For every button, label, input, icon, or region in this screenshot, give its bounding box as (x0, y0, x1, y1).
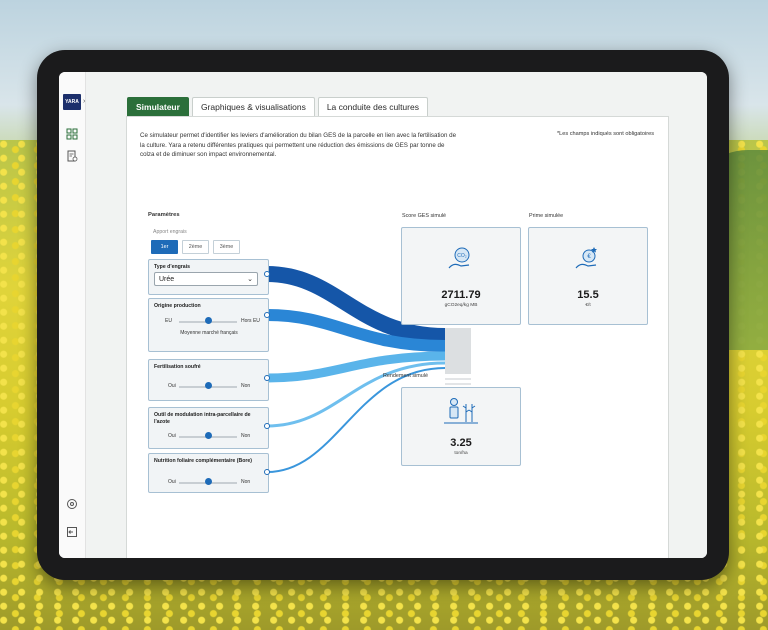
fertilizer-type-label: Type d'engrais (154, 264, 191, 270)
prime-unit: €/t (585, 303, 591, 308)
sankey-node (445, 328, 471, 374)
prime-label: Prime simulée (529, 213, 564, 219)
origin-slider[interactable]: EU Hors EU (149, 317, 268, 327)
fertilizer-type-value: Urée (159, 276, 175, 283)
sulfur-right-label: Non (241, 383, 251, 389)
rendement-label: Rendement simulé (383, 373, 428, 379)
foliar-box: Nutrition foliaire complémentaire (Bore)… (148, 453, 269, 493)
flow-connector-dot (264, 469, 270, 475)
apport-selector: 1er 2ème 3ème (151, 240, 240, 254)
score-label: Score GES simulé (402, 213, 447, 219)
logout-icon[interactable] (66, 526, 78, 538)
modulation-label: Outil de modulation intra-parcellaire de… (154, 412, 251, 425)
modulation-right-label: Non (241, 433, 251, 439)
apport-3eme-button[interactable]: 3ème (213, 240, 240, 254)
simulator-panel: Ce simulateur permet d'identifier les le… (126, 116, 669, 558)
origin-slider-thumb[interactable] (205, 317, 212, 324)
app-screen: YARA › Simulateur Graphiques & visualisa… (59, 72, 707, 558)
flow-connector-dot (264, 271, 270, 277)
foliar-right-label: Non (241, 479, 251, 485)
sulfur-left-label: Oui (168, 383, 176, 389)
params-title: Paramètres (148, 212, 180, 218)
score-value: 2711.79 (441, 289, 481, 301)
dashboard-icon[interactable] (66, 128, 78, 140)
tab-simulateur[interactable]: Simulateur (127, 97, 189, 116)
foliar-slider[interactable]: Oui Non (149, 478, 268, 488)
modulation-slider[interactable]: Oui Non (149, 432, 268, 442)
sulfur-label: Fertilisation soufré (154, 364, 201, 370)
sidebar: YARA › (59, 72, 86, 558)
apport-1er-button[interactable]: 1er (151, 240, 178, 254)
origin-right-label: Hors EU (241, 318, 260, 324)
euro-hand-icon: € (575, 247, 597, 269)
modulation-left-label: Oui (168, 433, 176, 439)
rendement-card: 3.25 ton/ha (401, 387, 521, 466)
tab-graphiques[interactable]: Graphiques & visualisations (191, 97, 315, 116)
main-tabs: Simulateur Graphiques & visualisations L… (127, 97, 428, 117)
sidebar-expand-icon[interactable]: › (83, 98, 85, 105)
sulfur-slider[interactable]: Oui Non (149, 382, 268, 392)
foliar-left-label: Oui (168, 479, 176, 485)
apport-label: Apport engrais (153, 229, 187, 235)
sync-settings-icon[interactable] (66, 498, 78, 510)
flow-connector-dot (264, 375, 270, 381)
foliar-slider-thumb[interactable] (205, 478, 212, 485)
chevron-down-icon: ⌄ (247, 276, 253, 283)
rendement-unit: ton/ha (454, 451, 468, 456)
foliar-label: Nutrition foliaire complémentaire (Bore) (154, 458, 253, 464)
svg-text:CO₂: CO₂ (457, 253, 467, 259)
origin-box: Origine production EU Hors EU Moyenne ma… (148, 298, 269, 352)
fertilizer-type-box: Type d'engrais Urée ⌄ (148, 259, 269, 295)
farmer-crop-icon (444, 398, 478, 424)
prime-value: 15.5 (577, 289, 599, 301)
flow-connector-dot (264, 312, 270, 318)
apport-2eme-button[interactable]: 2ème (182, 240, 209, 254)
score-card: CO₂ 2711.79 gCO2eq/kg MB (401, 227, 521, 325)
tab-conduite-cultures[interactable]: La conduite des cultures (317, 97, 428, 116)
modulation-slider-thumb[interactable] (205, 432, 212, 439)
origin-mid-label: Moyenne marché français (180, 330, 238, 336)
flow-connector-dot (264, 423, 270, 429)
co2-hand-icon: CO₂ (448, 247, 470, 269)
sulfur-slider-thumb[interactable] (205, 382, 212, 389)
origin-left-label: EU (165, 318, 172, 324)
tablet-frame: YARA › Simulateur Graphiques & visualisa… (37, 50, 729, 580)
rendement-value: 3.25 (450, 437, 472, 449)
report-settings-icon[interactable] (66, 150, 78, 162)
sulfur-box: Fertilisation soufré Oui Non (148, 359, 269, 401)
prime-card: € 15.5 €/t (528, 227, 648, 325)
score-unit: gCO2eq/kg MB (444, 303, 478, 308)
origin-label: Origine production (154, 303, 201, 309)
modulation-box: Outil de modulation intra-parcellaire de… (148, 407, 269, 449)
fertilizer-type-select[interactable]: Urée ⌄ (154, 272, 258, 286)
yara-logo[interactable]: YARA (63, 94, 81, 110)
